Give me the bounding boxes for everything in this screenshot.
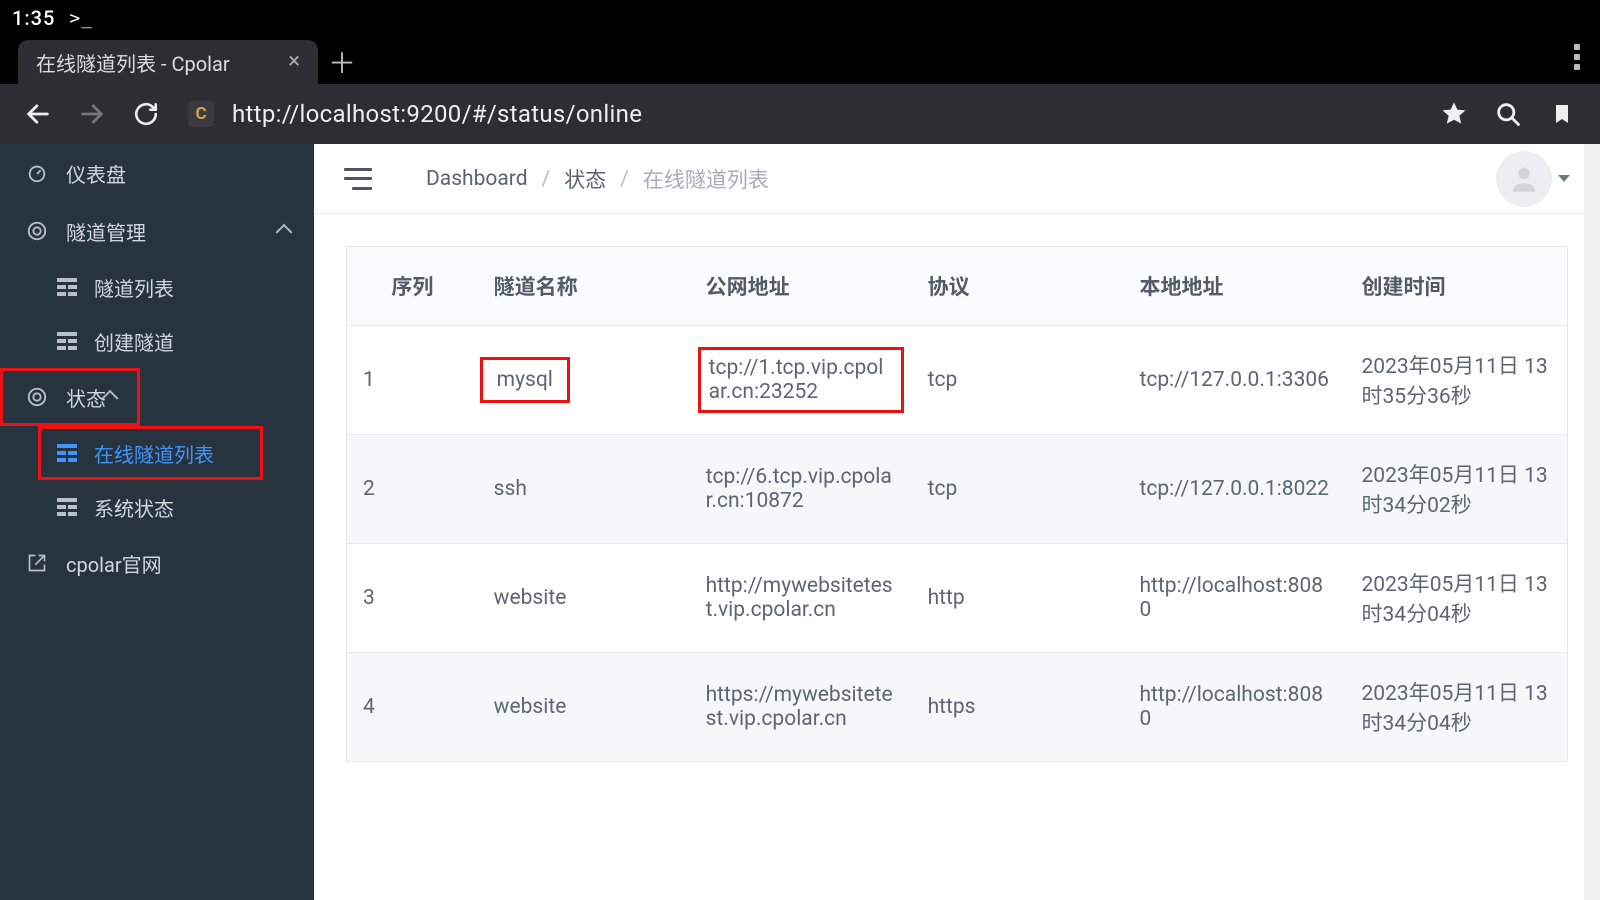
breadcrumb: Dashboard / 状态 / 在线隧道列表 — [426, 164, 769, 194]
cell-index: 1 — [347, 326, 478, 435]
forward-button[interactable] — [74, 96, 110, 132]
cell-proto: http — [912, 544, 1124, 653]
sidebar-item-dashboard[interactable]: 仪表盘 — [0, 144, 314, 202]
find-in-page-icon[interactable] — [1490, 96, 1526, 132]
back-button[interactable] — [20, 96, 56, 132]
tunnels-table: 序列 隧道名称 公网地址 协议 本地地址 创建时间 1 mysql tcp://… — [346, 246, 1568, 762]
table-row: 2 ssh tcp://6.tcp.vip.cpolar.cn:10872 tc… — [347, 435, 1568, 544]
breadcrumb-separator: / — [620, 167, 629, 191]
col-local: 本地地址 — [1123, 247, 1345, 326]
cell-public: tcp://1.tcp.vip.cpolar.cn:23252 — [690, 326, 912, 435]
col-name: 隧道名称 — [478, 247, 690, 326]
col-index: 序列 — [347, 247, 478, 326]
cell-proto: https — [912, 653, 1124, 762]
sidebar-item-label: 隧道管理 — [66, 217, 146, 246]
cell-created: 2023年05月11日 13时34分04秒 — [1345, 544, 1567, 653]
cell-name: website — [478, 544, 690, 653]
col-proto: 协议 — [912, 247, 1124, 326]
app-page: 仪表盘 隧道管理 隧道列表 创建隧道 状态 — [0, 144, 1600, 900]
sidebar: 仪表盘 隧道管理 隧道列表 创建隧道 状态 — [0, 144, 314, 900]
breadcrumb-dashboard[interactable]: Dashboard — [426, 167, 528, 191]
site-favicon: C — [188, 101, 214, 127]
bookmark-star-icon[interactable] — [1436, 96, 1472, 132]
cell-public: tcp://6.tcp.vip.cpolar.cn:10872 — [690, 435, 912, 544]
browser-chrome: 在线隧道列表 - Cpolar × ＋ C http://localhost:9… — [0, 36, 1600, 144]
sidebar-item-system-status[interactable]: 系统状态 — [0, 480, 314, 534]
sidebar-item-tunnel-list[interactable]: 隧道列表 — [0, 260, 314, 314]
sidebar-item-label: 状态 — [66, 383, 106, 412]
browser-tabstrip: 在线隧道列表 - Cpolar × ＋ — [0, 36, 1600, 84]
terminal-prompt-icon: >_ — [69, 8, 93, 29]
content: 序列 隧道名称 公网地址 协议 本地地址 创建时间 1 mysql tcp://… — [314, 214, 1600, 794]
table-header-row: 序列 隧道名称 公网地址 协议 本地地址 创建时间 — [347, 247, 1568, 326]
cell-name: ssh — [478, 435, 690, 544]
grid-icon — [56, 276, 78, 298]
address-bar[interactable]: http://localhost:9200/#/status/online — [232, 100, 1418, 128]
cell-created: 2023年05月11日 13时34分02秒 — [1345, 435, 1567, 544]
cell-proto: tcp — [912, 326, 1124, 435]
breadcrumb-status[interactable]: 状态 — [564, 164, 606, 194]
browser-tab-active[interactable]: 在线隧道列表 - Cpolar × — [18, 40, 318, 84]
cell-local: tcp://127.0.0.1:3306 — [1123, 326, 1345, 435]
cell-created: 2023年05月11日 13时35分36秒 — [1345, 326, 1567, 435]
grid-icon — [56, 496, 78, 518]
grid-icon — [56, 330, 78, 352]
sidebar-item-label: cpolar官网 — [66, 549, 162, 578]
new-tab-button[interactable]: ＋ — [318, 40, 366, 84]
grid-icon — [56, 442, 78, 464]
avatar — [1496, 151, 1552, 207]
sidebar-item-create-tunnel[interactable]: 创建隧道 — [0, 314, 314, 368]
chevron-down-icon — [1558, 175, 1570, 182]
col-public: 公网地址 — [690, 247, 912, 326]
sidebar-item-status[interactable]: 状态 — [0, 368, 140, 426]
cell-name: mysql — [478, 326, 690, 435]
user-menu[interactable] — [1496, 151, 1570, 207]
sidebar-item-label: 在线隧道列表 — [94, 439, 214, 468]
bookmarks-list-icon[interactable] — [1544, 96, 1580, 132]
cell-created: 2023年05月11日 13时34分04秒 — [1345, 653, 1567, 762]
sidebar-item-online-tunnels[interactable]: 在线隧道列表 — [38, 426, 263, 480]
cell-public: http://mywebsitetest.vip.cpolar.cn — [690, 544, 912, 653]
sidebar-item-label: 仪表盘 — [66, 159, 126, 188]
col-created: 创建时间 — [1345, 247, 1567, 326]
cell-index: 2 — [347, 435, 478, 544]
table-row: 3 website http://mywebsitetest.vip.cpola… — [347, 544, 1568, 653]
main-area: Dashboard / 状态 / 在线隧道列表 序列 隧道名称 — [314, 144, 1600, 900]
cell-name: website — [478, 653, 690, 762]
gauge-icon — [26, 162, 48, 184]
browser-toolbar: C http://localhost:9200/#/status/online — [0, 84, 1600, 144]
cell-proto: tcp — [912, 435, 1124, 544]
android-system-bar: 1:35 >_ — [0, 0, 1600, 36]
external-link-icon — [26, 552, 48, 574]
sidebar-item-label: 隧道列表 — [94, 273, 174, 302]
table-row: 1 mysql tcp://1.tcp.vip.cpolar.cn:23252 … — [347, 326, 1568, 435]
table-row: 4 website https://mywebsitetest.vip.cpol… — [347, 653, 1568, 762]
cell-local: http://localhost:8080 — [1123, 653, 1345, 762]
sidebar-toggle-button[interactable] — [344, 168, 372, 190]
tab-close-icon[interactable]: × — [282, 47, 306, 77]
cell-local: tcp://127.0.0.1:8022 — [1123, 435, 1345, 544]
lifebuoy-icon — [26, 386, 48, 408]
browser-menu-icon[interactable] — [1574, 44, 1580, 70]
page-scrollbar[interactable] — [1584, 144, 1600, 900]
sidebar-item-official-site[interactable]: cpolar官网 — [0, 534, 314, 592]
browser-tab-title: 在线隧道列表 - Cpolar — [36, 48, 258, 77]
reload-button[interactable] — [128, 96, 164, 132]
cell-local: http://localhost:8080 — [1123, 544, 1345, 653]
sidebar-item-label: 系统状态 — [94, 493, 174, 522]
sidebar-item-tunnel-management[interactable]: 隧道管理 — [0, 202, 314, 260]
cell-index: 4 — [347, 653, 478, 762]
breadcrumb-current: 在线隧道列表 — [643, 164, 769, 194]
system-time: 1:35 — [12, 6, 55, 30]
cell-public: https://mywebsitetest.vip.cpolar.cn — [690, 653, 912, 762]
cell-index: 3 — [347, 544, 478, 653]
sidebar-item-label: 创建隧道 — [94, 327, 174, 356]
lifebuoy-icon — [26, 220, 48, 242]
page-header: Dashboard / 状态 / 在线隧道列表 — [314, 144, 1600, 214]
breadcrumb-separator: / — [542, 167, 551, 191]
